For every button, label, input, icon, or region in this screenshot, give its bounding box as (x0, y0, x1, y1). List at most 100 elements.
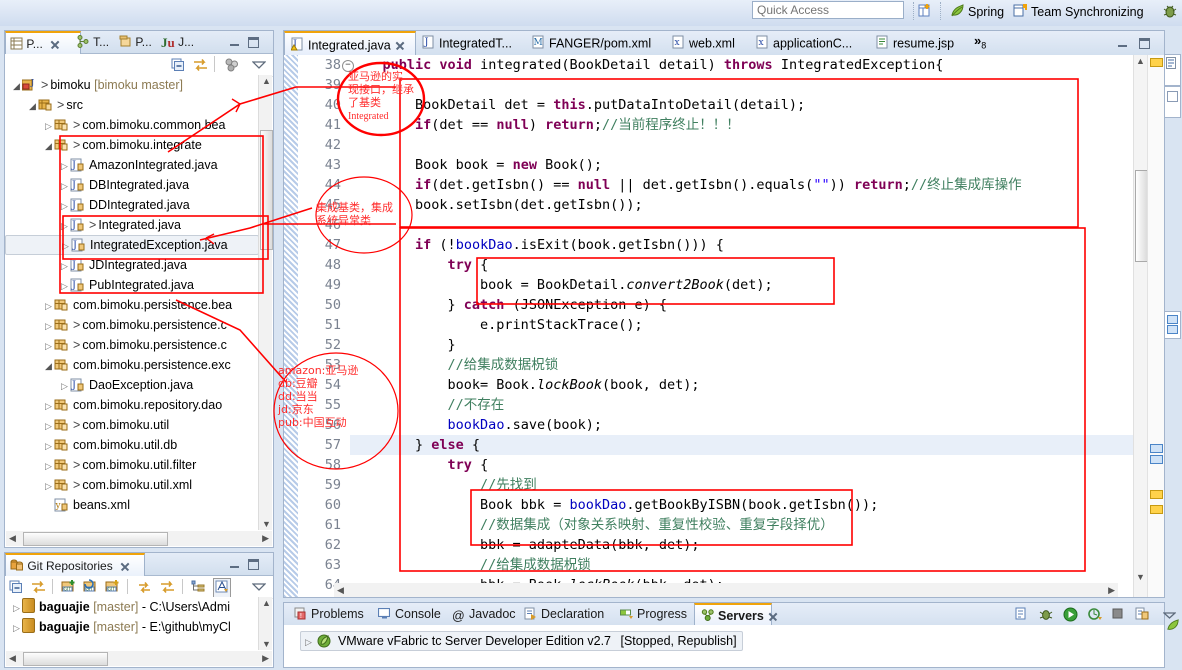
expand-arrow[interactable] (43, 416, 54, 437)
expand-arrow[interactable] (27, 96, 38, 117)
code-line[interactable]: bookDao.save(book); (350, 415, 1134, 435)
code-line[interactable]: //数据集成（对象关系映射、重复性校验、重复字段择优） (350, 515, 1134, 535)
expand-arrow[interactable] (11, 76, 22, 97)
bottom-tab-servers[interactable]: Servers (694, 603, 772, 625)
tree-item-com-bimoku-util-db[interactable]: com.bimoku.util.db (5, 435, 259, 455)
git-scroll-left-arrow[interactable]: ◀ (9, 653, 16, 664)
tree-item-com-bimoku-util[interactable]: >com.bimoku.util (5, 415, 259, 435)
code-line[interactable]: } (350, 335, 1134, 355)
scroll-up-arrow[interactable]: ▲ (262, 76, 271, 86)
link-editor-icon[interactable] (31, 580, 46, 597)
editor-scroll-left-arrow[interactable]: ◀ (337, 585, 344, 596)
code-line[interactable]: //给集成数据柷锁 (350, 555, 1134, 575)
tab-project-explorer[interactable]: P... (115, 31, 156, 53)
tree-item-com-bimoku-persistence-c[interactable]: >com.bimoku.persistence.c (5, 335, 259, 355)
refresh-icon[interactable] (137, 580, 152, 597)
package-explorer-hscrollbar[interactable]: ◀ ▶ (6, 531, 272, 546)
editor-tab-fanger-pom-xml[interactable]: M FANGER/pom.xml (526, 31, 672, 55)
git-maximize-button[interactable] (248, 559, 259, 570)
close-icon[interactable] (50, 40, 59, 49)
hscroll-thumb[interactable] (23, 532, 168, 546)
minimized-view-outline[interactable] (1164, 54, 1181, 86)
git-minimize-button[interactable] (229, 559, 240, 570)
overview-marker-warning[interactable] (1150, 58, 1163, 67)
tree-item-dbintegrated-java[interactable]: J DBIntegrated.java (5, 175, 259, 195)
tab-type-hierarchy[interactable]: T... (73, 31, 113, 53)
expand-arrow[interactable] (59, 256, 70, 277)
editor-tab-web-xml[interactable]: x web.xml (666, 31, 756, 55)
new-server-icon[interactable] (1015, 607, 1029, 624)
code-line[interactable]: if(det == null) return;//当前程序终止！！！ (350, 115, 1134, 135)
new-perspective-button[interactable] (918, 3, 936, 21)
maximize-button[interactable] (248, 37, 259, 48)
expand-arrow[interactable] (11, 598, 22, 619)
minimized-view-properties[interactable] (1164, 311, 1181, 339)
package-explorer-vscrollbar[interactable]: ▲ ▼ (258, 75, 273, 530)
bottom-tab-javadoc[interactable]: @ Javadoc (446, 603, 524, 625)
link-with-editor-icon[interactable] (193, 58, 208, 75)
code-line[interactable] (350, 215, 1134, 235)
editor-tab-applicationc-[interactable]: x applicationC... (750, 31, 876, 55)
tree-item-com-bimoku-common-bea[interactable]: >com.bimoku.common.bea (5, 115, 259, 135)
tree-item-jdintegrated-java[interactable]: J JDIntegrated.java (5, 255, 259, 275)
expand-arrow[interactable] (59, 376, 70, 397)
code-line[interactable]: } catch (JSONException e) { (350, 295, 1134, 315)
tree-item-com-bimoku-persistence-exc[interactable]: com.bimoku.persistence.exc (5, 355, 259, 375)
editor-vscrollbar[interactable]: ▲ ▼ (1133, 55, 1149, 597)
tree-item-com-bimoku-util-xml[interactable]: >com.bimoku.util.xml (5, 475, 259, 495)
bottom-tab-problems[interactable]: ! Problems (288, 603, 378, 625)
create-repo-icon[interactable]: GIT (105, 579, 121, 597)
code-line[interactable]: Book bbk = bookDao.getBookByISBN(book.ge… (350, 495, 1134, 515)
expand-arrow[interactable] (59, 156, 70, 177)
editor-tab-integrated-java[interactable]: J Integrated.java (284, 31, 416, 55)
tree-item-amazonintegrated-java[interactable]: J AmazonIntegrated.java (5, 155, 259, 175)
scroll-left-arrow[interactable]: ◀ (9, 533, 16, 544)
link-selection-icon[interactable] (160, 580, 175, 597)
tree-item-integrated-java[interactable]: J >Integrated.java (5, 215, 259, 235)
tree-item-daoexception-java[interactable]: J DaoException.java (5, 375, 259, 395)
clone-repo-icon[interactable]: GIT (83, 579, 99, 597)
expand-arrow[interactable] (43, 316, 54, 337)
hierarchy-icon[interactable] (191, 580, 205, 596)
code-line[interactable]: } else { (350, 435, 1134, 455)
collapse-all-icon[interactable] (9, 580, 23, 597)
view-menu-icon[interactable] (225, 58, 239, 75)
server-list-item[interactable]: VMware vFabric tc Server Developer Editi… (300, 631, 743, 651)
tree-item-com-bimoku-util-filter[interactable]: >com.bimoku.util.filter (5, 455, 259, 475)
scroll-down-arrow[interactable]: ▼ (262, 519, 271, 529)
code-line[interactable]: book= Book.lockBook(book, det); (350, 375, 1134, 395)
editor-body[interactable]: 38− 39 40 41 42 43 44 45 46 47 48 49 50 51 52 53 54 55 56 5… (284, 55, 1164, 597)
code-line[interactable]: try { (350, 455, 1134, 475)
minimized-view-panel[interactable] (1164, 86, 1181, 118)
minimize-button[interactable] (229, 37, 240, 48)
code-line[interactable]: if (!bookDao.isExit(book.getIsbn())) { (350, 235, 1134, 255)
code-line[interactable]: BookDetail det = this.putDataIntoDetail(… (350, 95, 1134, 115)
overview-marker-occurrence-1[interactable] (1150, 444, 1163, 453)
editor-maximize-button[interactable] (1139, 38, 1150, 49)
editor-more-tabs[interactable]: »8 (974, 29, 986, 53)
overview-marker-warning-2[interactable] (1150, 490, 1163, 499)
git-scroll-down-arrow[interactable]: ▼ (262, 639, 271, 649)
add-repo-icon[interactable]: GIT (61, 579, 77, 597)
code-line[interactable]: public void integrated(BookDetail detail… (350, 55, 1134, 75)
collapse-all-icon[interactable] (171, 58, 185, 75)
publish-icon[interactable] (1135, 607, 1150, 624)
toggle-branch-icon[interactable] (213, 578, 231, 598)
tree-item-com-bimoku-persistence-bea[interactable]: com.bimoku.persistence.bea (5, 295, 259, 315)
code-line[interactable]: book = BookDetail.convert2Book(det); (350, 275, 1134, 295)
tab-git-repositories[interactable]: Git Repositories (5, 553, 145, 577)
tree-item-pubintegrated-java[interactable]: J PubIntegrated.java (5, 275, 259, 295)
git-vscrollbar[interactable]: ▲ ▼ (258, 597, 272, 650)
editor-annotation-ruler[interactable] (284, 55, 298, 597)
expand-arrow[interactable] (43, 436, 54, 457)
tab-junit[interactable]: Ju J... (157, 31, 198, 53)
close-icon[interactable] (120, 562, 129, 571)
overview-marker-occurrence-2[interactable] (1150, 455, 1163, 464)
git-scroll-right-arrow[interactable]: ▶ (262, 653, 269, 664)
git-hscroll-thumb[interactable] (23, 652, 108, 666)
code-line[interactable]: //给集成数据柷锁 (350, 355, 1134, 375)
editor-tab-resume-jsp[interactable]: resume.jsp (870, 31, 980, 55)
expand-arrow[interactable] (11, 618, 22, 639)
code-line[interactable]: try { (350, 255, 1134, 275)
tree-item-ddintegrated-java[interactable]: J DDIntegrated.java (5, 195, 259, 215)
